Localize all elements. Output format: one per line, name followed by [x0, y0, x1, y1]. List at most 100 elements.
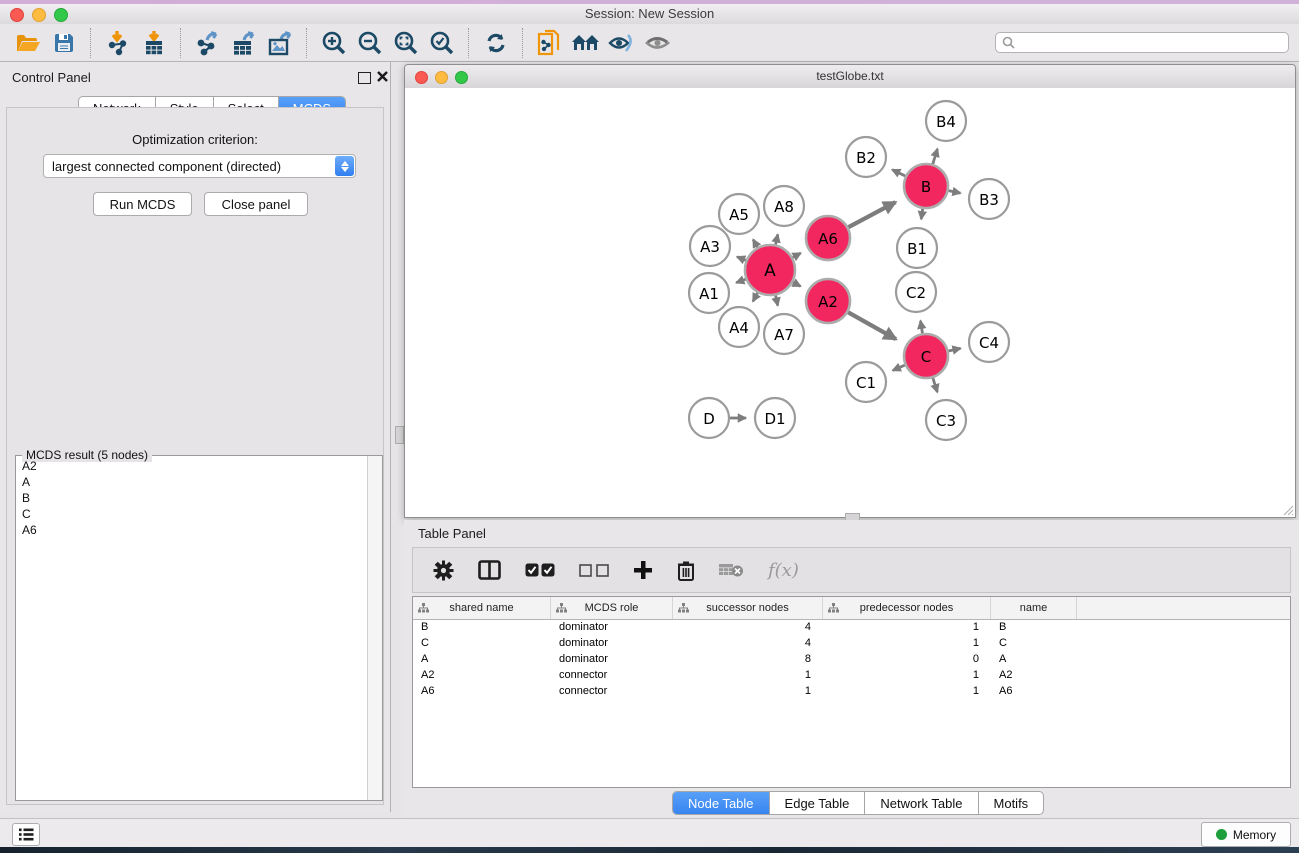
table-cell[interactable]: A6 [991, 684, 1077, 700]
column-header-MCDS-role[interactable]: MCDS role [551, 597, 673, 619]
edge-A-A3[interactable] [737, 257, 746, 261]
table-cell[interactable]: A6 [413, 684, 551, 700]
column-header-successor-nodes[interactable]: successor nodes [673, 597, 823, 619]
edge-A-A2[interactable] [793, 282, 801, 286]
import-network-button[interactable] [100, 27, 136, 59]
table-row[interactable]: A6connector11A6 [413, 684, 1290, 700]
table-row[interactable]: Adominator80A [413, 652, 1290, 668]
resize-grip-icon[interactable] [1280, 502, 1294, 516]
table-cell[interactable]: connector [551, 684, 673, 700]
home-button[interactable] [568, 27, 604, 59]
table-cell[interactable]: 1 [823, 620, 991, 636]
result-list-scrollbar[interactable] [367, 456, 382, 800]
task-history-button[interactable] [12, 823, 40, 846]
table-cell[interactable]: A2 [991, 668, 1077, 684]
result-list-item[interactable]: A [16, 474, 368, 490]
close-panel-icon[interactable] [377, 71, 388, 82]
edge-B-B1[interactable] [921, 209, 923, 219]
edge-A-A7[interactable] [776, 295, 778, 305]
edge-B-B2[interactable] [892, 170, 905, 176]
table-cell[interactable]: B [413, 620, 551, 636]
close-panel-button[interactable]: Close panel [204, 192, 308, 216]
table-cell[interactable]: 1 [673, 684, 823, 700]
table-cell[interactable]: 0 [823, 652, 991, 668]
import-table-button[interactable] [136, 27, 172, 59]
result-list-item[interactable]: A6 [16, 522, 368, 538]
edge-B-B3[interactable] [949, 191, 961, 193]
table-row[interactable]: Cdominator41C [413, 636, 1290, 652]
column-header-predecessor-nodes[interactable]: predecessor nodes [823, 597, 991, 619]
export-network-button[interactable] [190, 27, 226, 59]
table-row[interactable]: Bdominator41B [413, 620, 1290, 636]
clone-network-button[interactable] [532, 27, 568, 59]
delete-column-icon[interactable] [677, 560, 695, 581]
export-image-button[interactable] [262, 27, 298, 59]
deselect-all-checks-icon[interactable] [579, 564, 609, 577]
edge-C-C3[interactable] [933, 378, 937, 392]
zoom-in-button[interactable] [316, 27, 352, 59]
table-cell[interactable]: C [991, 636, 1077, 652]
network-window-titlebar[interactable]: testGlobe.txt [405, 65, 1295, 89]
result-list-item[interactable]: B [16, 490, 368, 506]
search-field[interactable] [995, 32, 1289, 53]
open-session-button[interactable] [10, 27, 46, 59]
delete-table-icon[interactable] [719, 562, 744, 578]
table-cell[interactable]: 1 [823, 668, 991, 684]
table-cell[interactable]: dominator [551, 620, 673, 636]
result-list-item[interactable]: C [16, 506, 368, 522]
function-builder-icon[interactable]: f(x) [768, 560, 799, 581]
table-cell[interactable]: connector [551, 668, 673, 684]
zoom-fit-button[interactable] [388, 27, 424, 59]
edge-A2-C[interactable] [848, 312, 896, 339]
edge-C-C4[interactable] [948, 348, 960, 351]
edge-A-A6[interactable] [793, 253, 801, 257]
edge-C-C1[interactable] [893, 365, 905, 370]
optimization-criterion-dropdown[interactable]: largest connected component (directed) [43, 154, 356, 178]
show-all-button[interactable] [640, 27, 676, 59]
network-graph[interactable]: B4B2BB3A8A5A6A3B1AA1C2A2A4A7C4CC1DD1C3 [405, 88, 1295, 517]
add-column-icon[interactable] [633, 560, 653, 580]
table-cell[interactable]: dominator [551, 636, 673, 652]
edge-A-A8[interactable] [776, 234, 778, 244]
refresh-button[interactable] [478, 27, 514, 59]
table-row[interactable]: A2connector11A2 [413, 668, 1290, 684]
edge-B-B4[interactable] [933, 149, 938, 164]
table-cell[interactable]: 4 [673, 620, 823, 636]
network-canvas[interactable]: B4B2BB3A8A5A6A3B1AA1C2A2A4A7C4CC1DD1C3 [405, 88, 1295, 517]
export-table-button[interactable] [226, 27, 262, 59]
table-cell[interactable]: 1 [823, 684, 991, 700]
result-list-item[interactable]: A2 [16, 458, 368, 474]
run-mcds-button[interactable]: Run MCDS [93, 192, 192, 216]
zoom-out-button[interactable] [352, 27, 388, 59]
split-pane-divider-handle[interactable] [395, 426, 404, 444]
tab-node-table[interactable]: Node Table [673, 792, 770, 814]
edge-A-A4[interactable] [753, 293, 758, 302]
save-session-button[interactable] [46, 27, 82, 59]
column-header-name[interactable]: name [991, 597, 1077, 619]
table-cell[interactable]: 1 [823, 636, 991, 652]
float-panel-icon[interactable] [358, 72, 371, 84]
table-cell[interactable]: 8 [673, 652, 823, 668]
table-cell[interactable]: A [413, 652, 551, 668]
hide-selected-button[interactable] [604, 27, 640, 59]
table-cell[interactable]: A2 [413, 668, 551, 684]
table-cell[interactable]: A [991, 652, 1077, 668]
select-all-checks-icon[interactable] [525, 563, 555, 577]
settings-gear-icon[interactable] [433, 560, 454, 581]
tab-motifs[interactable]: Motifs [979, 792, 1044, 814]
tab-edge-table[interactable]: Edge Table [770, 792, 866, 814]
table-cell[interactable]: B [991, 620, 1077, 636]
memory-button[interactable]: Memory [1201, 822, 1291, 847]
table-cell[interactable]: 1 [673, 668, 823, 684]
table-cell[interactable]: dominator [551, 652, 673, 668]
edge-A-A1[interactable] [736, 279, 745, 283]
search-input[interactable] [1019, 35, 1288, 51]
tab-network-table[interactable]: Network Table [865, 792, 978, 814]
column-header-shared-name[interactable]: shared name [413, 597, 551, 619]
column-view-icon[interactable] [478, 560, 501, 580]
table-cell[interactable]: C [413, 636, 551, 652]
table-cell[interactable]: 4 [673, 636, 823, 652]
zoom-selected-button[interactable] [424, 27, 460, 59]
edge-A6-B[interactable] [848, 202, 895, 227]
edge-C-C2[interactable] [921, 321, 923, 333]
